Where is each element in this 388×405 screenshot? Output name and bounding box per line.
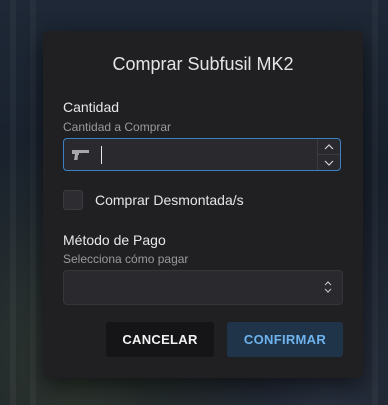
pistol-icon [71, 148, 91, 162]
text-cursor [101, 146, 102, 164]
background-detail [30, 0, 36, 405]
chevron-up-icon [324, 142, 334, 152]
background-detail [372, 0, 378, 405]
quantity-label: Cantidad [63, 99, 120, 115]
stepper-down-button[interactable] [318, 155, 340, 170]
payment-method-label: Método de Pago [63, 232, 166, 248]
payment-method-select[interactable] [63, 270, 343, 305]
chevron-down-icon [324, 158, 334, 168]
stepper-up-button[interactable] [318, 139, 340, 155]
quantity-input[interactable] [63, 138, 341, 171]
select-arrows-icon [323, 280, 333, 294]
dialog-title: Comprar Subfusil MK2 [112, 54, 294, 74]
background-detail [10, 0, 16, 405]
confirm-button[interactable]: CONFIRMAR [227, 322, 343, 357]
disassembled-label[interactable]: Comprar Desmontada/s [95, 192, 244, 208]
quantity-hint: Cantidad a Comprar [63, 120, 172, 134]
purchase-dialog: Comprar Subfusil MK2 Cantidad Cantidad a… [43, 31, 363, 378]
disassembled-checkbox[interactable] [63, 190, 83, 210]
cancel-button[interactable]: CANCELAR [106, 322, 214, 357]
payment-method-hint: Selecciona cómo pagar [63, 252, 189, 266]
quantity-stepper[interactable] [317, 139, 340, 170]
